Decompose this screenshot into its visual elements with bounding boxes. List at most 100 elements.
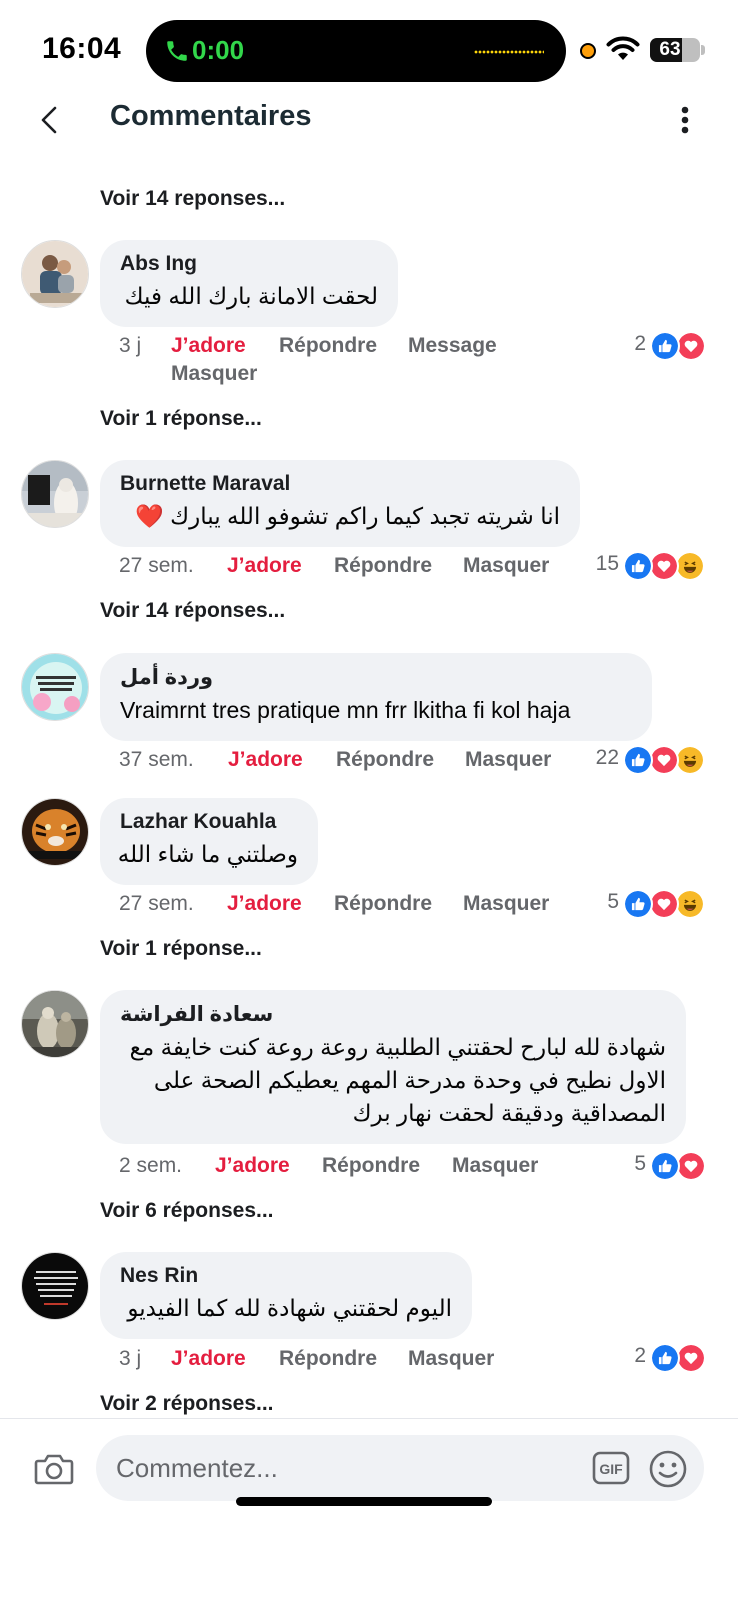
comment-author[interactable]: سعادة الفراشة	[120, 1002, 666, 1027]
comment-bubble[interactable]: سعادة الفراشة شهادة لله لبارح لحقتني الط…	[100, 990, 686, 1144]
camera-icon[interactable]	[34, 1451, 74, 1487]
comment-author[interactable]: Lazhar Kouahla	[120, 810, 298, 834]
home-indicator[interactable]	[236, 1497, 492, 1506]
comment-time: 3 j	[119, 334, 142, 357]
comment-text: اليوم لحقتني شهادة لله كما الفيديو	[127, 1295, 452, 1321]
comment-author[interactable]: Nes Rin	[120, 1264, 452, 1288]
page-title: Commentaires	[110, 100, 312, 132]
like-icon	[623, 889, 653, 919]
reaction-summary[interactable]: 5	[634, 1151, 706, 1181]
love-reaction-button[interactable]: J’adore	[228, 748, 303, 772]
love-icon	[676, 1151, 706, 1181]
reaction-summary[interactable]: 5	[607, 889, 705, 919]
haha-icon	[675, 889, 705, 919]
comment-composer: GIF	[0, 1418, 738, 1600]
reaction-count: 5	[634, 1152, 646, 1175]
comment-time: 2 sem.	[119, 1154, 183, 1177]
see-replies-link[interactable]: Voir 14 reponses...	[100, 187, 285, 211]
hide-button[interactable]: Masquer	[463, 554, 549, 578]
reaction-count: 22	[595, 746, 619, 769]
reaction-count: 5	[607, 890, 619, 913]
call-duration: 0:00	[192, 35, 245, 65]
comment-bubble[interactable]: Nes Rin اليوم لحقتني شهادة لله كما الفيد…	[100, 1252, 472, 1339]
love-reaction-button[interactable]: J’adore	[171, 1347, 246, 1371]
wifi-icon	[606, 36, 640, 60]
see-replies-link[interactable]: Voir 1 réponse...	[100, 937, 262, 961]
comment-bubble[interactable]: وردة أمل Vraimrnt tres pratique mn frr l…	[100, 653, 652, 741]
see-replies-link[interactable]: Voir 1 réponse...	[100, 407, 262, 431]
avatar[interactable]	[21, 240, 89, 308]
comment-bubble[interactable]: Abs Ing لحقت الامانة بارك الله فيك	[100, 240, 398, 327]
emoji-icon[interactable]	[648, 1449, 688, 1489]
love-reaction-button[interactable]: J’adore	[171, 334, 246, 358]
comment-actions: 3 j J’adore Répondre Message Masquer	[0, 334, 738, 394]
comment-text: لحقت الامانة بارك الله فيك	[124, 283, 378, 309]
reply-button[interactable]: Répondre	[336, 748, 434, 772]
like-icon	[623, 551, 653, 581]
love-reaction-button[interactable]: J’adore	[227, 554, 302, 578]
reaction-count: 2	[634, 1344, 646, 1367]
reaction-count: 2	[634, 332, 646, 355]
comment-author[interactable]: وردة أمل	[120, 665, 632, 690]
like-icon	[650, 1151, 680, 1181]
status-time: 16:04	[42, 32, 122, 65]
back-arrow-icon[interactable]	[38, 104, 60, 136]
love-icon	[649, 551, 679, 581]
love-icon	[676, 331, 706, 361]
reaction-summary[interactable]: 2	[634, 1343, 706, 1373]
mic-indicator-icon	[580, 43, 596, 59]
reaction-summary[interactable]: 2	[634, 331, 706, 361]
haha-icon	[675, 745, 705, 775]
gif-label: GIF	[599, 1461, 623, 1477]
comments-feed[interactable]: Voir 14 reponses... Abs Ing لحقت الامانة…	[0, 150, 738, 1450]
reply-button[interactable]: Répondre	[334, 554, 432, 578]
battery-cap	[701, 45, 705, 55]
comment-text: شهادة لله لبارح لحقتني الطلبية روعة روعة…	[129, 1034, 666, 1126]
call-island[interactable]: 0:00	[146, 20, 566, 82]
hide-button[interactable]: Masquer	[408, 1347, 494, 1371]
see-replies-link[interactable]: Voir 14 réponses...	[100, 599, 285, 623]
love-icon	[649, 889, 679, 919]
comment-bubble[interactable]: Lazhar Kouahla وصلتني ما شاء الله	[100, 798, 318, 885]
reaction-count: 15	[595, 552, 619, 575]
reply-button[interactable]: Répondre	[279, 334, 377, 358]
comment-text: انا شريته تجبد كيما راكم تشوفو الله يبار…	[135, 503, 560, 529]
comment-bubble[interactable]: Burnette Maraval انا شريته تجبد كيما راك…	[100, 460, 580, 547]
avatar[interactable]	[21, 460, 89, 528]
phone-icon	[167, 41, 187, 61]
comment-time: 3 j	[119, 1347, 142, 1370]
message-button[interactable]: Message	[408, 334, 497, 358]
avatar[interactable]	[21, 990, 89, 1058]
reply-button[interactable]: Répondre	[279, 1347, 377, 1371]
love-reaction-button[interactable]: J’adore	[215, 1154, 290, 1178]
comment-actions: 3 j J’adore Répondre Masquer	[0, 1347, 738, 1377]
more-options-icon[interactable]	[678, 104, 692, 136]
hide-button[interactable]: Masquer	[171, 362, 257, 386]
like-icon	[650, 331, 680, 361]
reaction-summary[interactable]: 15	[596, 551, 705, 581]
hide-button[interactable]: Masquer	[465, 748, 551, 772]
hide-button[interactable]: Masquer	[463, 892, 549, 916]
battery-level: 63	[659, 39, 681, 60]
comment-time: 27 sem.	[119, 892, 194, 915]
reply-button[interactable]: Répondre	[322, 1154, 420, 1178]
hide-button[interactable]: Masquer	[452, 1154, 538, 1178]
avatar[interactable]	[21, 1252, 89, 1320]
comment-text: وصلتني ما شاء الله	[117, 841, 298, 867]
reply-button[interactable]: Répondre	[334, 892, 432, 916]
avatar[interactable]	[21, 798, 89, 866]
love-reaction-button[interactable]: J’adore	[227, 892, 302, 916]
comment-actions: 2 sem. J’adore Répondre Masquer	[0, 1154, 738, 1184]
like-icon	[623, 745, 653, 775]
see-replies-link[interactable]: Voir 6 réponses...	[100, 1199, 274, 1223]
see-replies-link[interactable]: Voir 2 réponses...	[100, 1392, 274, 1416]
comment-author[interactable]: Abs Ing	[120, 252, 378, 276]
audio-wave-icon	[474, 50, 544, 54]
comment-author[interactable]: Burnette Maraval	[120, 472, 560, 496]
like-icon	[650, 1343, 680, 1373]
gif-icon[interactable]: GIF	[592, 1449, 630, 1487]
haha-icon	[675, 551, 705, 581]
comment-time: 37 sem.	[119, 748, 194, 771]
reaction-summary[interactable]: 22	[596, 745, 705, 775]
avatar[interactable]	[21, 653, 89, 721]
